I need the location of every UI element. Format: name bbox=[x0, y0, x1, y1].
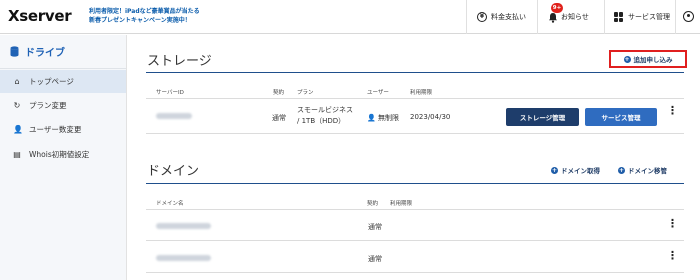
storage-manage-button[interactable]: ストレージ管理 bbox=[506, 108, 579, 126]
more-options-icon[interactable]: ⋮ bbox=[667, 218, 678, 229]
sidebar-item-user-count[interactable]: 👤 ユーザー数変更 bbox=[0, 118, 126, 141]
contract-cell: 通常 bbox=[368, 223, 382, 231]
table-divider bbox=[146, 98, 684, 99]
acquire-domain-button[interactable]: + ドメイン取得 bbox=[551, 165, 600, 175]
column-header-contract: 契約 bbox=[367, 201, 379, 207]
header-divider bbox=[604, 0, 605, 34]
users-icon: 👤 bbox=[13, 125, 23, 134]
database-icon bbox=[10, 46, 19, 57]
expiry-cell: 2023/04/30 bbox=[410, 113, 451, 121]
sidebar-title[interactable]: ドライブ bbox=[10, 44, 65, 59]
sidebar-item-top-page[interactable]: ⌂ トップページ bbox=[0, 70, 126, 93]
acquire-domain-label: ドメイン取得 bbox=[561, 167, 600, 175]
document-icon: ▤ bbox=[13, 150, 21, 159]
table-divider bbox=[146, 209, 684, 210]
sidebar-item-label: Whois初期値設定 bbox=[29, 150, 90, 159]
domain-section-rule bbox=[146, 183, 684, 184]
top-header: Xserver 利用者限定！iPadなど豪華賞品が当たる 新春プレゼントキャンペ… bbox=[0, 0, 700, 34]
contract-cell: 通常 bbox=[368, 255, 382, 263]
table-divider bbox=[146, 272, 684, 273]
header-divider bbox=[675, 0, 676, 34]
column-header-user: ユーザー bbox=[367, 90, 389, 96]
service-manage-button[interactable]: サービス管理 bbox=[585, 108, 657, 126]
users-cell: 👤 無制限 bbox=[367, 113, 399, 123]
transfer-domain-label: ドメイン移管 bbox=[628, 167, 667, 175]
column-header-expiry: 利用期限 bbox=[390, 201, 413, 207]
storage-section-title: ストレージ bbox=[147, 54, 212, 69]
account-icon[interactable] bbox=[683, 11, 694, 22]
sidebar-item-label: ユーザー数変更 bbox=[29, 125, 82, 134]
column-header-server-id: サーバーID bbox=[156, 90, 184, 96]
add-application-button[interactable]: + 追加申し込み bbox=[609, 50, 687, 68]
yen-icon: ¥ bbox=[477, 12, 487, 22]
notifications-label: お知らせ bbox=[561, 13, 589, 21]
header-divider bbox=[466, 0, 467, 34]
service-admin-label: サービス管理 bbox=[628, 13, 670, 21]
server-id-redacted bbox=[156, 113, 192, 119]
column-header-contract: 契約 bbox=[273, 90, 285, 96]
plan-line-1: スモールビジネス bbox=[297, 106, 353, 114]
campaign-banner[interactable]: 利用者限定！iPadなど豪華賞品が当たる 新春プレゼントキャンペーン実施中！ bbox=[89, 7, 200, 25]
sidebar: ドライブ ⌂ トップページ ↻ プラン変更 👤 ユーザー数変更 ▤ Whois初… bbox=[0, 35, 127, 280]
plus-circle-icon: + bbox=[623, 55, 631, 63]
payment-label: 料金支払い bbox=[491, 13, 526, 21]
grid-icon bbox=[614, 12, 624, 22]
campaign-line-2: 新春プレゼントキャンペーン実施中！ bbox=[89, 17, 191, 24]
table-divider bbox=[146, 240, 684, 241]
campaign-line-1: 利用者限定！iPadなど豪華賞品が当たる bbox=[89, 8, 200, 15]
home-icon: ⌂ bbox=[14, 77, 20, 86]
service-admin-button[interactable]: サービス管理 bbox=[614, 0, 670, 34]
domain-name-redacted bbox=[156, 223, 211, 229]
refresh-icon: ↻ bbox=[13, 101, 21, 110]
table-divider bbox=[146, 133, 684, 134]
plan-line-2: / 1TB（HDD） bbox=[297, 117, 346, 125]
header-divider bbox=[537, 0, 538, 34]
storage-section-rule bbox=[146, 72, 684, 73]
more-options-icon[interactable]: ⋮ bbox=[667, 105, 678, 116]
transfer-domain-button[interactable]: + ドメイン移管 bbox=[618, 165, 667, 175]
payment-button[interactable]: ¥ 料金支払い bbox=[477, 0, 526, 34]
plus-circle-icon: + bbox=[551, 166, 558, 174]
domain-name-redacted bbox=[156, 255, 211, 261]
sidebar-divider bbox=[0, 68, 126, 69]
domain-section-title: ドメイン bbox=[147, 164, 200, 179]
column-header-expiry: 利用期限 bbox=[410, 90, 433, 96]
sidebar-item-plan-change[interactable]: ↻ プラン変更 bbox=[0, 94, 126, 117]
users-value: 無制限 bbox=[377, 114, 399, 122]
plan-cell: スモールビジネス / 1TB（HDD） bbox=[297, 105, 353, 127]
more-options-icon[interactable]: ⋮ bbox=[667, 250, 678, 261]
add-application-label: 追加申し込み bbox=[633, 56, 673, 64]
sidebar-item-whois[interactable]: ▤ Whois初期値設定 bbox=[0, 143, 126, 166]
xserver-logo[interactable]: Xserver bbox=[8, 7, 72, 25]
notification-count-badge: 9+ bbox=[551, 3, 563, 13]
sidebar-item-label: プラン変更 bbox=[29, 101, 67, 110]
sidebar-title-label: ドライブ bbox=[25, 48, 65, 59]
person-icon: 👤 bbox=[367, 114, 376, 122]
contract-cell: 通常 bbox=[272, 114, 286, 122]
bell-icon bbox=[548, 12, 557, 23]
column-header-domain-name: ドメイン名 bbox=[156, 201, 184, 207]
sidebar-item-label: トップページ bbox=[29, 77, 74, 86]
column-header-plan: プラン bbox=[297, 90, 314, 96]
plus-circle-icon: + bbox=[618, 166, 625, 174]
